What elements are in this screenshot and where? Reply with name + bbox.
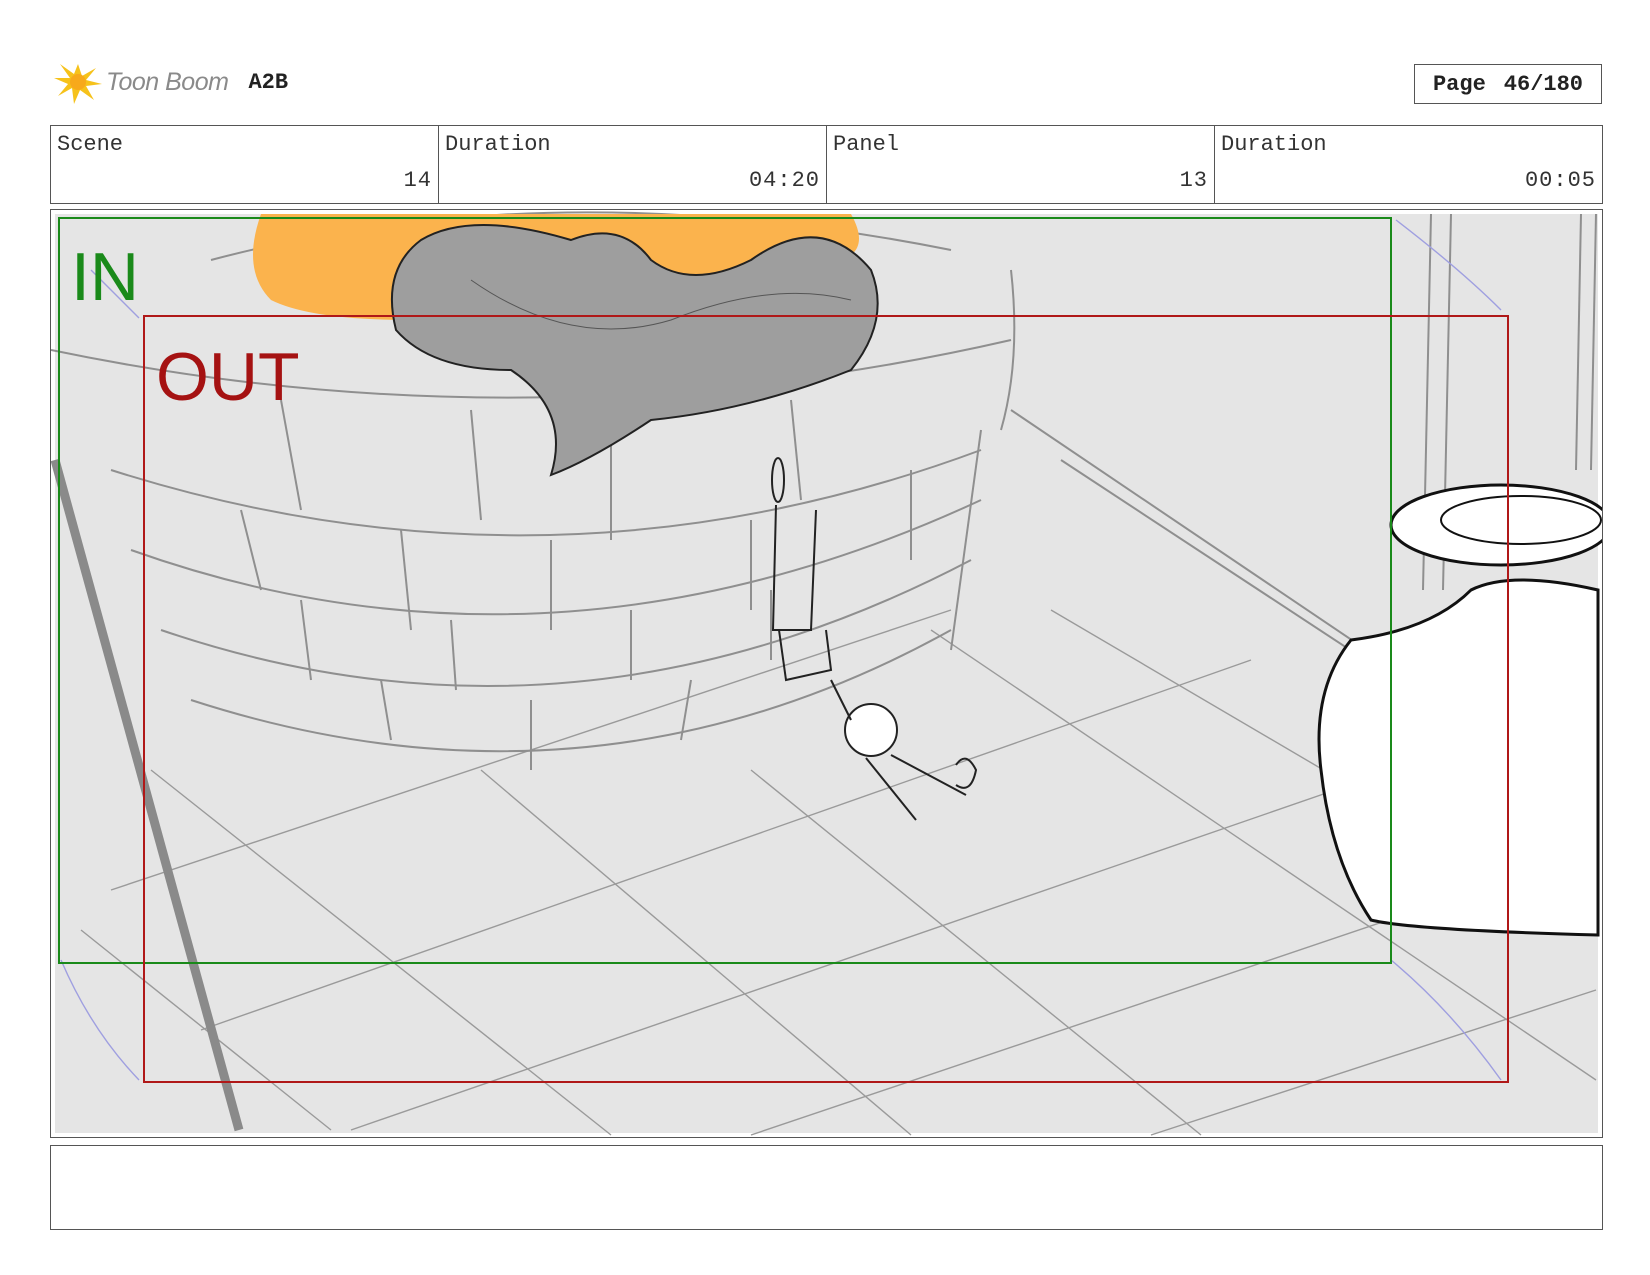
- scene-cell: Scene 14: [51, 126, 439, 203]
- notes-box: [50, 1145, 1603, 1230]
- panel-duration-label: Duration: [1221, 132, 1327, 157]
- panel-info-row: Scene 14 Duration 04:20 Panel 13 Duratio…: [50, 125, 1603, 204]
- panel-duration-value: 00:05: [1524, 168, 1596, 193]
- out-label: OUT: [156, 339, 300, 415]
- brand-name: Toon Boom: [106, 67, 229, 96]
- scene-duration-cell: Duration 04:20: [439, 126, 827, 203]
- toon-boom-logo: Toon Boom A2B: [52, 56, 288, 108]
- panel-duration-cell: Duration 00:05: [1215, 126, 1602, 203]
- project-name: A2B: [248, 69, 289, 95]
- scene-duration-label: Duration: [445, 132, 551, 157]
- in-label: IN: [71, 239, 139, 315]
- starburst-logo-icon: [54, 64, 102, 104]
- panel-label: Panel: [833, 132, 900, 157]
- panel-value: 13: [1179, 168, 1208, 193]
- scene-duration-value: 04:20: [748, 168, 820, 193]
- page-number: 46/180: [1503, 71, 1584, 97]
- storyboard-panel: IN OUT: [50, 209, 1603, 1138]
- scene-value: 14: [403, 168, 432, 193]
- panel-cell: Panel 13: [827, 126, 1215, 203]
- page-indicator: Page 46/180: [1414, 64, 1602, 104]
- page-label: Page: [1432, 71, 1486, 97]
- panel-sketch: IN OUT: [51, 211, 1602, 1136]
- scene-label: Scene: [57, 132, 124, 157]
